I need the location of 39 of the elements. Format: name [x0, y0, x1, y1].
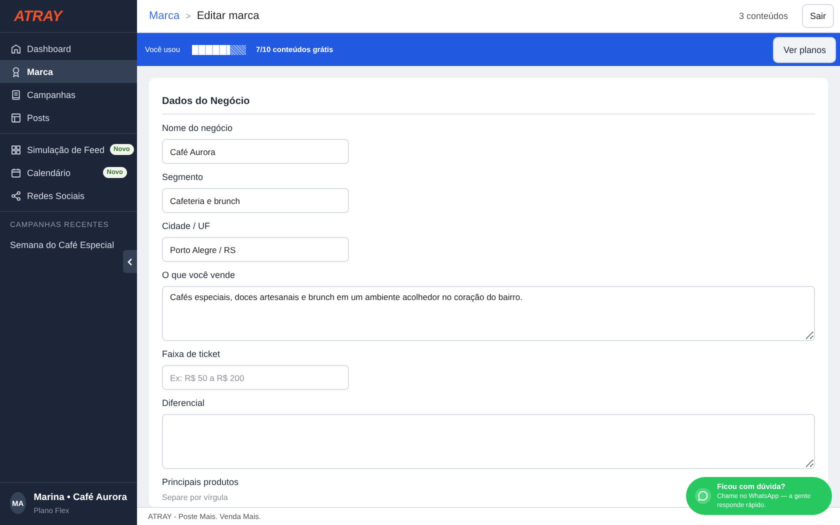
input-field[interactable]: Porto Alegre / RS — [162, 237, 349, 262]
recent-campaign-link[interactable]: Semana do Café Especial — [0, 235, 137, 255]
ribbon-icon — [10, 66, 22, 78]
layout-icon — [10, 112, 22, 124]
field-label: Principais produtos — [162, 477, 239, 487]
share-icon — [10, 190, 22, 202]
input-field[interactable]: Café Aurora — [162, 139, 349, 164]
input-field[interactable]: Ex: R$ 50 a R$ 200 — [162, 365, 349, 390]
page-title: Editar marca — [196, 10, 260, 22]
chevron-left-icon — [126, 258, 134, 266]
field-label: Diferencial — [162, 398, 205, 408]
logout-button[interactable]: Sair — [802, 4, 834, 28]
sidebar-item[interactable]: Dashboard — [0, 37, 137, 60]
house-icon — [10, 42, 22, 54]
text-area[interactable]: Cafés especiais, doces artesanais e brunch em um ambiente acolhedor no coração do bairro. — [162, 286, 815, 341]
input-field[interactable]: Cafeteria e brunch — [162, 188, 349, 213]
calendar-icon — [10, 166, 22, 178]
plans-button[interactable]: Ver planos — [773, 36, 836, 62]
grid-icon — [10, 144, 22, 156]
sidebar-item[interactable]: Posts — [0, 106, 137, 129]
collapse-button[interactable] — [123, 250, 137, 273]
sidebar-item[interactable]: Redes Sociais — [0, 184, 137, 207]
breadcrumb-link[interactable]: Marca — [149, 10, 180, 22]
usage-progress — [192, 44, 246, 54]
field-label: Segmento — [162, 172, 204, 182]
content-count: 3 conteúdos — [738, 11, 788, 21]
field-hint: Separe por vírgula — [162, 493, 228, 502]
sidebar-item[interactable]: Campanhas — [0, 83, 137, 106]
breadcrumb-separator: > — [186, 11, 191, 21]
sidebar-item[interactable]: Marca — [0, 60, 137, 83]
brand-logo: ATRAY — [14, 8, 62, 24]
field-label: O que você vende — [162, 270, 236, 280]
field-label: Faixa de ticket — [162, 349, 220, 359]
chat-bubble-icon — [695, 488, 711, 504]
field-label: Cidade / UF — [162, 221, 210, 231]
field-label: Nome do negócio — [162, 123, 233, 133]
user-name: Marina • Café Aurora — [34, 492, 127, 502]
section-title: Dados do Negócio — [162, 92, 815, 115]
book-icon — [10, 88, 22, 100]
